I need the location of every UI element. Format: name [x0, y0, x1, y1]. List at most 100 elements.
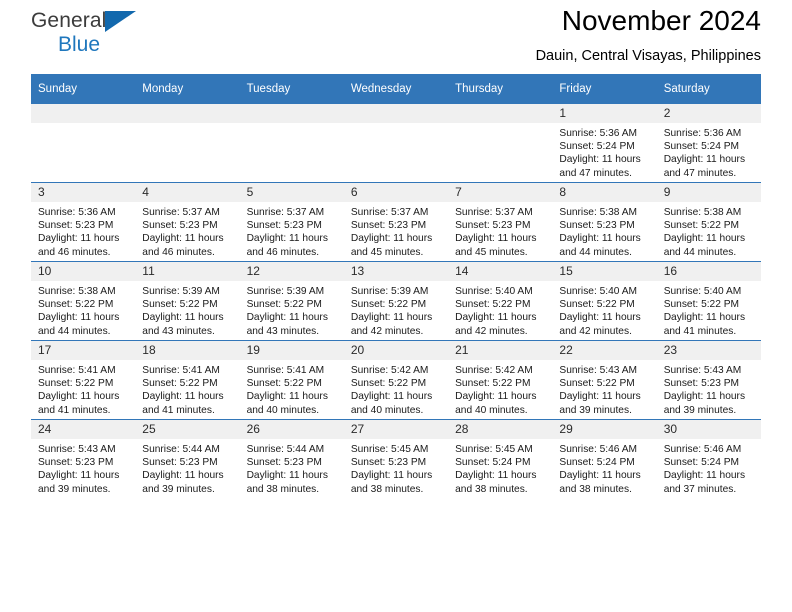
sunset-text: Sunset: 5:24 PM [559, 457, 635, 469]
day-details: Sunrise: 5:38 AM Sunset: 5:22 PM Daylight:… [31, 281, 135, 338]
sunrise-text: Sunrise: 5:36 AM [38, 207, 116, 218]
daylight-text-line1: Daylight: 11 hours [350, 312, 433, 324]
day-number: 28 [448, 420, 553, 439]
calendar-day-cell[interactable]: 5 Sunrise: 5:37 AM Sunset: 5:23 PM Daylight… [239, 182, 344, 262]
calendar-day-cell[interactable]: 18 Sunrise: 5:41 AM Sunset: 5:22 PM Dayligh… [135, 340, 240, 420]
day-number: 30 [656, 420, 761, 439]
calendar-day-cell[interactable]: 7 Sunrise: 5:37 AM Sunset: 5:23 PM Daylight… [448, 182, 553, 262]
sunrise-text: Sunrise: 5:42 AM [350, 365, 429, 376]
sunset-text: Sunset: 5:22 PM [455, 378, 531, 390]
general-blue-logo[interactable]: General Blue [31, 10, 146, 58]
day-number: 8 [552, 183, 657, 202]
weekday-header-thursday: Thursday [448, 74, 553, 104]
daylight-text-line2: and 37 minutes. [663, 483, 737, 495]
page-header: General Blue November 2024 Dauin, Centra… [31, 0, 761, 74]
day-number: 15 [552, 262, 657, 281]
sunrise-text: Sunrise: 5:39 AM [350, 286, 429, 297]
calendar-day-cell[interactable]: 19 Sunrise: 5:41 AM Sunset: 5:22 PM Dayligh… [239, 340, 344, 420]
day-number: 2 [656, 104, 761, 123]
calendar-page: General Blue November 2024 Dauin, Centra… [0, 0, 792, 612]
day-details: Sunrise: 5:40 AM Sunset: 5:22 PM Daylight:… [657, 281, 761, 338]
calendar-day-cell[interactable]: 25 Sunrise: 5:44 AM Sunset: 5:23 PM Dayligh… [135, 419, 240, 498]
calendar-day-cell[interactable]: 27 Sunrise: 5:45 AM Sunset: 5:23 PM Dayligh… [343, 419, 449, 498]
sunset-text: Sunset: 5:23 PM [142, 457, 218, 469]
sunrise-text: Sunrise: 5:41 AM [246, 365, 325, 376]
daylight-text-line1: Daylight: 11 hours [350, 391, 433, 403]
day-number: 29 [552, 420, 657, 439]
sunset-text: Sunset: 5:23 PM [559, 220, 635, 232]
day-details: Sunrise: 5:46 AM Sunset: 5:24 PM Daylight:… [657, 439, 761, 496]
daylight-text-line1: Daylight: 11 hours [455, 470, 537, 482]
day-number: 17 [31, 341, 136, 360]
sunrise-text: Sunrise: 5:38 AM [663, 207, 742, 218]
calendar-day-cell[interactable]: 22 Sunrise: 5:43 AM Sunset: 5:22 PM Dayligh… [552, 340, 657, 420]
day-details: Sunrise: 5:38 AM Sunset: 5:23 PM Daylight:… [552, 202, 656, 259]
page-title: November 2024 [561, 5, 761, 36]
daylight-text-line1: Daylight: 11 hours [350, 470, 433, 482]
calendar-day-cell[interactable]: 4 Sunrise: 5:37 AM Sunset: 5:23 PM Daylight… [135, 182, 240, 262]
calendar-day-cell[interactable]: 15 Sunrise: 5:40 AM Sunset: 5:22 PM Dayligh… [552, 261, 657, 341]
calendar-day-cell[interactable]: 29 Sunrise: 5:46 AM Sunset: 5:24 PM Dayligh… [552, 419, 657, 498]
calendar-day-cell[interactable]: 14 Sunrise: 5:40 AM Sunset: 5:22 PM Dayligh… [448, 261, 553, 341]
daylight-text-line2: and 44 minutes. [559, 246, 632, 258]
sunset-text: Sunset: 5:23 PM [246, 457, 322, 469]
calendar-day-cell[interactable]: 11 Sunrise: 5:39 AM Sunset: 5:22 PM Dayligh… [135, 261, 240, 341]
daylight-text-line1: Daylight: 11 hours [663, 470, 746, 482]
calendar-day-cell[interactable]: 1 Sunrise: 5:36 AM Sunset: 5:24 PM Daylight… [552, 104, 657, 183]
calendar-day-cell[interactable]: 17 Sunrise: 5:41 AM Sunset: 5:22 PM Dayligh… [31, 340, 136, 420]
calendar-day-cell[interactable]: 21 Sunrise: 5:42 AM Sunset: 5:22 PM Dayligh… [448, 340, 553, 420]
day-number: 27 [343, 420, 449, 439]
sunrise-text: Sunrise: 5:40 AM [663, 286, 742, 297]
calendar-day-cell[interactable]: 13 Sunrise: 5:39 AM Sunset: 5:22 PM Dayligh… [343, 261, 449, 341]
day-number: 10 [31, 262, 136, 281]
calendar-day-cell[interactable]: 6 Sunrise: 5:37 AM Sunset: 5:23 PM Daylight… [343, 182, 449, 262]
day-number: 19 [239, 341, 344, 360]
day-number: 13 [343, 262, 449, 281]
calendar-day-cell[interactable]: 2 Sunrise: 5:36 AM Sunset: 5:24 PM Daylight… [656, 104, 761, 183]
sunrise-text: Sunrise: 5:40 AM [455, 286, 533, 297]
sunrise-text: Sunrise: 5:42 AM [455, 365, 533, 376]
day-details: Sunrise: 5:37 AM Sunset: 5:23 PM Daylight:… [135, 202, 239, 259]
weekday-header-saturday: Saturday [656, 74, 761, 104]
daylight-text-line2: and 42 minutes. [559, 325, 632, 337]
sunset-text: Sunset: 5:24 PM [455, 457, 531, 469]
day-number: 20 [343, 341, 449, 360]
daylight-text-line1: Daylight: 11 hours [663, 154, 746, 166]
calendar-day-cell[interactable]: 9 Sunrise: 5:38 AM Sunset: 5:22 PM Daylight… [656, 182, 761, 262]
daylight-text-line1: Daylight: 11 hours [38, 470, 120, 482]
calendar-day-cell[interactable]: 24 Sunrise: 5:43 AM Sunset: 5:23 PM Dayligh… [31, 419, 136, 498]
calendar-day-cell-empty [135, 104, 240, 183]
daylight-text-line2: and 42 minutes. [455, 325, 528, 337]
day-details: Sunrise: 5:37 AM Sunset: 5:23 PM Daylight:… [344, 202, 448, 259]
calendar-day-cell[interactable]: 26 Sunrise: 5:44 AM Sunset: 5:23 PM Dayligh… [239, 419, 344, 498]
daylight-text-line2: and 38 minutes. [350, 483, 424, 495]
daylight-text-line2: and 47 minutes. [559, 167, 632, 179]
calendar-day-cell[interactable]: 28 Sunrise: 5:45 AM Sunset: 5:24 PM Dayligh… [448, 419, 553, 498]
sunrise-text: Sunrise: 5:37 AM [350, 207, 429, 218]
sunset-text: Sunset: 5:23 PM [38, 457, 114, 469]
calendar-day-cell[interactable]: 8 Sunrise: 5:38 AM Sunset: 5:23 PM Daylight… [552, 182, 657, 262]
calendar-day-cell[interactable]: 10 Sunrise: 5:38 AM Sunset: 5:22 PM Dayligh… [31, 261, 136, 341]
day-number: 18 [135, 341, 240, 360]
calendar-week-row: 1 Sunrise: 5:36 AM Sunset: 5:24 PM Daylight… [31, 104, 761, 183]
calendar-day-cell[interactable]: 12 Sunrise: 5:39 AM Sunset: 5:22 PM Dayligh… [239, 261, 344, 341]
daylight-text-line1: Daylight: 11 hours [38, 312, 120, 324]
sunrise-text: Sunrise: 5:46 AM [663, 444, 742, 455]
calendar-day-cell[interactable]: 23 Sunrise: 5:43 AM Sunset: 5:23 PM Dayligh… [656, 340, 761, 420]
day-number: 25 [135, 420, 240, 439]
day-details: Sunrise: 5:36 AM Sunset: 5:23 PM Daylight:… [31, 202, 135, 259]
calendar-day-cell[interactable]: 30 Sunrise: 5:46 AM Sunset: 5:24 PM Dayligh… [656, 419, 761, 498]
sunset-text: Sunset: 5:22 PM [246, 299, 322, 311]
calendar-day-cell[interactable]: 16 Sunrise: 5:40 AM Sunset: 5:22 PM Dayligh… [656, 261, 761, 341]
daylight-text-line2: and 41 minutes. [38, 404, 111, 416]
day-details: Sunrise: 5:43 AM Sunset: 5:23 PM Daylight:… [657, 360, 761, 417]
calendar-day-cell[interactable]: 3 Sunrise: 5:36 AM Sunset: 5:23 PM Daylight… [31, 182, 136, 262]
day-number: 6 [343, 183, 449, 202]
day-number: 3 [31, 183, 136, 202]
daylight-text-line2: and 39 minutes. [142, 483, 215, 495]
daylight-text-line2: and 46 minutes. [246, 246, 320, 258]
daylight-text-line1: Daylight: 11 hours [246, 233, 328, 245]
calendar-day-cell[interactable]: 20 Sunrise: 5:42 AM Sunset: 5:22 PM Dayligh… [343, 340, 449, 420]
sunrise-text: Sunrise: 5:38 AM [559, 207, 637, 218]
calendar-day-cell-empty [31, 104, 136, 183]
